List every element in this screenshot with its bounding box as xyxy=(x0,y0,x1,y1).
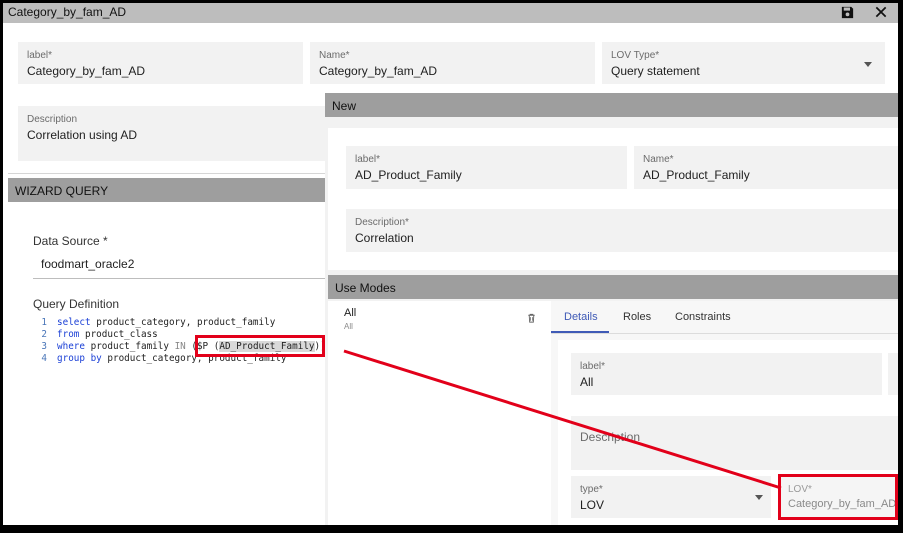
lov-editor-window: Category_by_fam_AD label* Category_by_fa… xyxy=(3,3,898,525)
annotation-arrow xyxy=(343,349,782,490)
